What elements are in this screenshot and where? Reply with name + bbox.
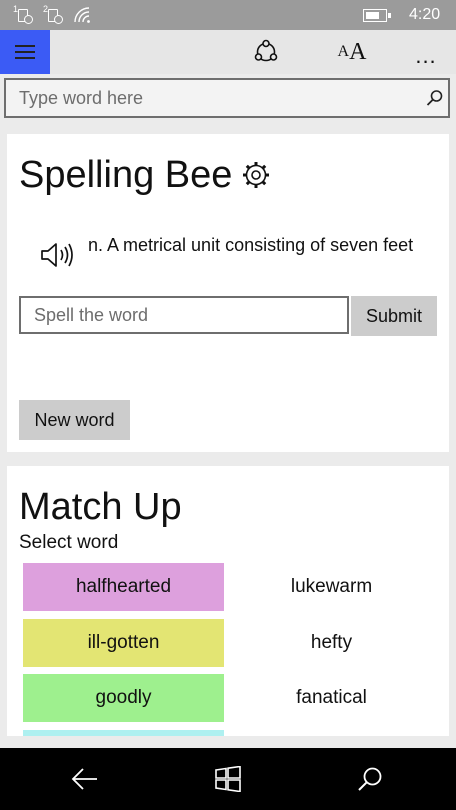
speaker-icon[interactable] <box>40 240 76 270</box>
match-up-subtitle: Select word <box>19 532 119 553</box>
gear-icon[interactable] <box>241 160 271 190</box>
search-icon[interactable] <box>426 89 444 107</box>
wifi-icon <box>74 5 92 25</box>
search-box <box>4 78 450 118</box>
more-options-icon[interactable]: ... <box>408 30 444 74</box>
battery-icon <box>363 5 391 25</box>
navigation-bar <box>0 748 456 810</box>
match-row: ill-gotten hefty <box>23 619 424 667</box>
spelling-bee-card: Spelling Bee n. A metrical unit consisti… <box>7 134 449 452</box>
hamburger-menu-icon[interactable] <box>0 30 50 74</box>
match-right-word[interactable]: hefty <box>239 619 424 667</box>
spelling-bee-title: Spelling Bee <box>19 154 233 196</box>
match-left-word[interactable] <box>23 730 224 736</box>
share-icon[interactable] <box>247 30 285 74</box>
spell-word-input[interactable] <box>19 296 349 334</box>
status-bar: 1 2 4:20 <box>0 0 456 30</box>
submit-button[interactable]: Submit <box>351 296 437 336</box>
match-right-word[interactable] <box>239 730 424 736</box>
windows-start-icon[interactable] <box>211 762 245 796</box>
match-row: halfhearted lukewarm <box>23 563 424 611</box>
app-bar: AA ... <box>0 30 456 74</box>
font-size-icon[interactable]: AA <box>334 30 370 74</box>
search-nav-icon[interactable] <box>353 762 387 796</box>
match-row: goodly fanatical <box>23 674 424 722</box>
font-small-glyph: A <box>337 43 350 60</box>
match-up-card: Match Up Select word halfhearted lukewar… <box>7 466 449 736</box>
new-word-button[interactable]: New word <box>19 400 130 440</box>
match-left-word[interactable]: goodly <box>23 674 224 722</box>
sim1-signal-icon: 1 <box>13 5 35 25</box>
match-right-word[interactable]: lukewarm <box>239 563 424 611</box>
font-large-glyph: A <box>349 38 367 65</box>
back-arrow-icon[interactable] <box>68 762 102 796</box>
search-input[interactable] <box>6 80 429 116</box>
match-right-word[interactable]: fanatical <box>239 674 424 722</box>
clock-time: 4:20 <box>409 6 441 23</box>
match-left-word[interactable]: ill-gotten <box>23 619 224 667</box>
sim2-signal-icon: 2 <box>43 5 65 25</box>
word-definition: n. A metrical unit consisting of seven f… <box>88 235 414 255</box>
more-options-glyph: ... <box>415 43 437 68</box>
match-up-title: Match Up <box>19 486 182 528</box>
match-left-word[interactable]: halfhearted <box>23 563 224 611</box>
match-row <box>23 730 424 736</box>
